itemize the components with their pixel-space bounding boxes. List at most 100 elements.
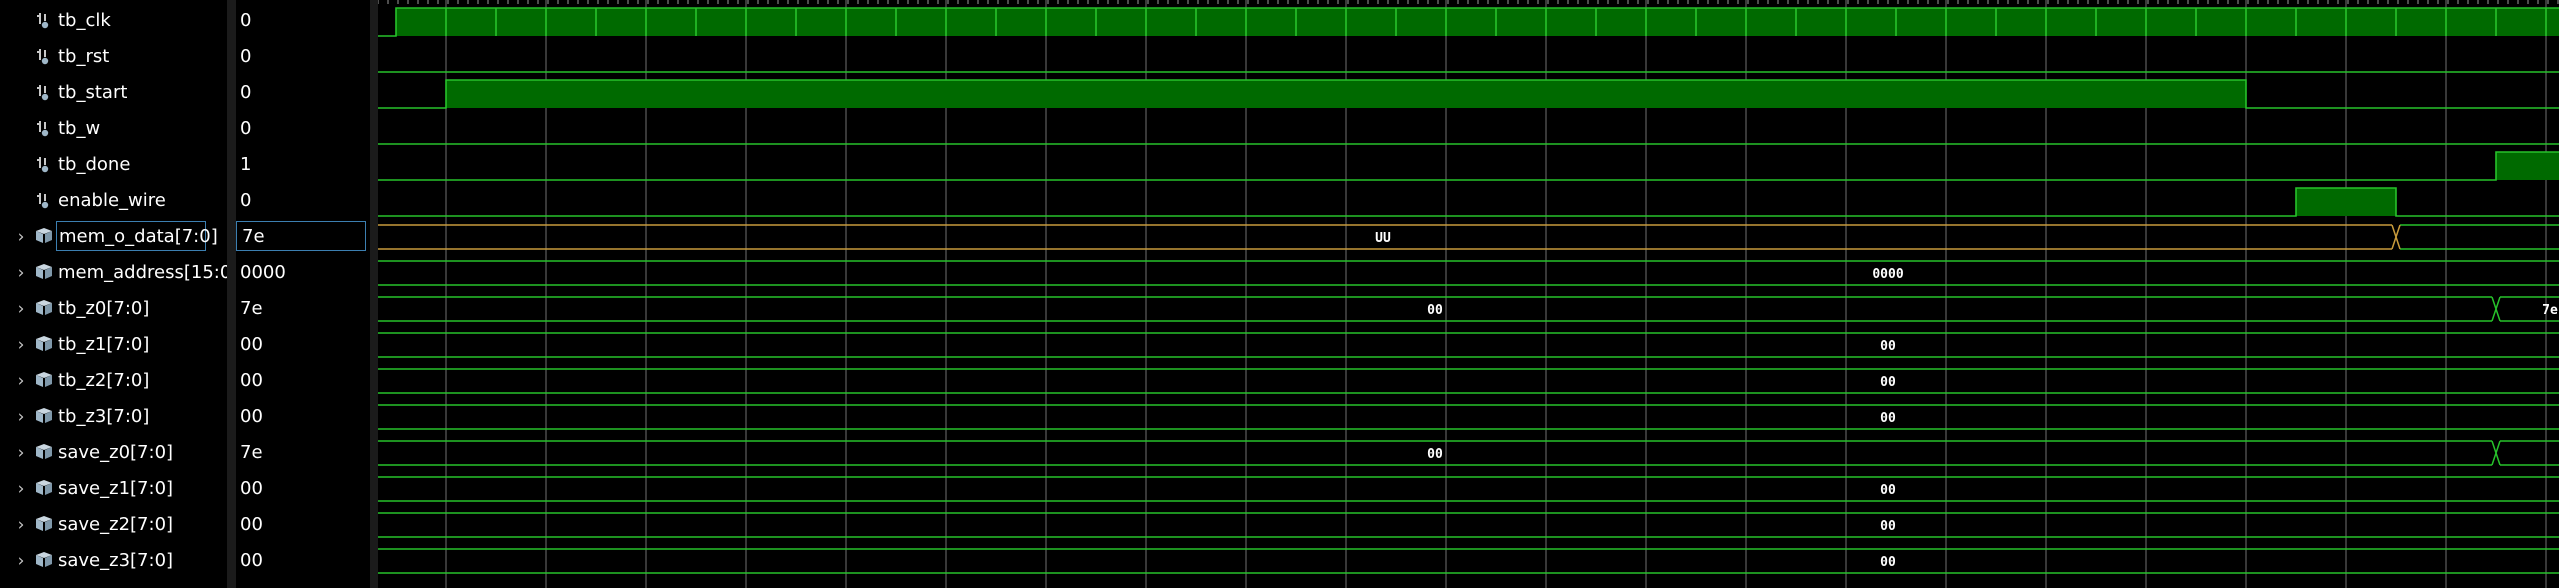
chevron-right-icon[interactable]: › <box>14 480 28 498</box>
bus-value-label: 00 <box>1880 411 1896 426</box>
signal-name: tb_start <box>58 82 128 103</box>
tb-clk-wave-fill <box>446 8 496 36</box>
signal-row-4[interactable]: tb_done <box>0 147 227 183</box>
signal-row-11[interactable]: › tb_z3[7:0] <box>0 399 227 435</box>
tb-clk-wave-fill <box>1246 8 1296 36</box>
bus-transition <box>2491 296 2501 322</box>
value-wave-splitter[interactable] <box>370 0 378 588</box>
signal-value-panel: 0 0 0 0 1 0 7e 0000 7e 00 00 00 7e 00 00 00 <box>236 0 370 588</box>
bus-value-label: 00 <box>1880 339 1896 354</box>
signal-name: tb_w <box>58 118 101 139</box>
tb-clk-wave-fill <box>2396 8 2446 36</box>
chevron-right-icon[interactable]: › <box>14 444 28 462</box>
signal-value: 0 <box>240 190 252 211</box>
signal-value: 0 <box>240 46 252 67</box>
signal-row-9[interactable]: › tb_z1[7:0] <box>0 327 227 363</box>
tb-clk-wave-fill <box>846 8 896 36</box>
tb-clk-wave-fill <box>2546 8 2559 36</box>
signal-value-row-0[interactable]: 0 <box>236 3 370 39</box>
signal-value-row-9[interactable]: 00 <box>236 327 370 363</box>
tb-clk-wave-fill <box>2446 8 2496 36</box>
tb-clk-wave-fill <box>546 8 596 36</box>
signal-value-row-6[interactable]: 7e <box>236 219 370 255</box>
chevron-right-icon[interactable]: › <box>14 372 28 390</box>
signal-value-row-13[interactable]: 00 <box>236 471 370 507</box>
signal-value-row-14[interactable]: 00 <box>236 507 370 543</box>
waveform-canvas[interactable]: UU 0000 00 7e 00 00 00 00 00 00 00 <box>378 0 2559 588</box>
logic-bit-icon <box>33 82 55 104</box>
signal-value-row-15[interactable]: 00 <box>236 543 370 579</box>
bus-vector-icon <box>33 478 55 500</box>
signal-value-row-2[interactable]: 0 <box>236 75 370 111</box>
signal-row-13[interactable]: › save_z1[7:0] <box>0 471 227 507</box>
tb-clk-wave-fill <box>1346 8 1396 36</box>
enable-wire-wave-trace <box>378 187 2559 217</box>
tb-clk-wave-fill <box>496 8 546 36</box>
signal-row-10[interactable]: › tb_z2[7:0] <box>0 363 227 399</box>
signal-value: 7e <box>236 221 366 251</box>
signal-value: 1 <box>240 154 252 175</box>
bus-vector-icon <box>33 298 55 320</box>
signal-name: mem_address[15:0] <box>58 262 239 283</box>
signal-value-row-1[interactable]: 0 <box>236 39 370 75</box>
signal-row-14[interactable]: › save_z2[7:0] <box>0 507 227 543</box>
signal-name: tb_done <box>58 154 131 175</box>
logic-bit-icon <box>33 154 55 176</box>
signal-row-15[interactable]: › save_z3[7:0] <box>0 543 227 579</box>
signal-row-1[interactable]: tb_rst <box>0 39 227 75</box>
signal-value-row-4[interactable]: 1 <box>236 147 370 183</box>
chevron-right-icon[interactable]: › <box>14 408 28 426</box>
tb-clk-wave-fill <box>1446 8 1496 36</box>
chevron-right-icon[interactable]: › <box>14 300 28 318</box>
signal-value-row-8[interactable]: 7e <box>236 291 370 327</box>
signal-value: 0000 <box>240 262 286 283</box>
chevron-right-icon[interactable]: › <box>14 264 28 282</box>
tb-clk-wave-fill <box>1646 8 1696 36</box>
chevron-right-icon[interactable]: › <box>14 336 28 354</box>
signal-row-2[interactable]: tb_start <box>0 75 227 111</box>
chevron-right-icon[interactable]: › <box>14 228 28 246</box>
signal-row-6[interactable]: › mem_o_data[7:0] <box>0 219 227 255</box>
bus-vector-icon <box>33 514 55 536</box>
bus-value-label: 00 <box>1880 483 1896 498</box>
tb-clk-wave-fill <box>396 8 446 36</box>
signal-row-5[interactable]: enable_wire <box>0 183 227 219</box>
signal-row-7[interactable]: › mem_address[15:0] <box>0 255 239 291</box>
tb-clk-wave-fill <box>2296 8 2346 36</box>
signal-value: 7e <box>240 298 263 319</box>
signal-row-8[interactable]: › tb_z0[7:0] <box>0 291 227 327</box>
signal-row-12[interactable]: › save_z0[7:0] <box>0 435 227 471</box>
signal-value: 00 <box>240 334 263 355</box>
signal-value-row-10[interactable]: 00 <box>236 363 370 399</box>
logic-bit-icon <box>33 118 55 140</box>
signal-row-3[interactable]: tb_w <box>0 111 227 147</box>
tb-clk-wave-fill <box>2146 8 2196 36</box>
bus-vector-icon <box>33 550 55 572</box>
tb-clk-wave-fill <box>2196 8 2246 36</box>
signal-value-row-12[interactable]: 7e <box>236 435 370 471</box>
tb-clk-wave-fill <box>2246 8 2296 36</box>
bus-edge <box>378 332 2559 358</box>
enable-wire-wave-fill <box>2296 188 2396 216</box>
signal-name: save_z0[7:0] <box>58 442 174 463</box>
signal-row-0[interactable]: tb_clk <box>0 3 227 39</box>
signal-name: enable_wire <box>58 190 166 211</box>
tb-clk-wave-fill <box>796 8 846 36</box>
bus-edge <box>378 548 2559 574</box>
signal-value-row-7[interactable]: 0000 <box>236 255 370 291</box>
tb-clk-wave-fill <box>1296 8 1346 36</box>
tb-clk-wave-fill <box>646 8 696 36</box>
signal-value-row-3[interactable]: 0 <box>236 111 370 147</box>
tb-clk-wave-fill <box>1696 8 1746 36</box>
name-value-splitter[interactable] <box>227 0 236 588</box>
tb-clk-wave-fill <box>1996 8 2046 36</box>
signal-name: mem_o_data[7:0] <box>56 221 218 251</box>
chevron-right-icon[interactable]: › <box>14 516 28 534</box>
bus-vector-icon <box>33 334 55 356</box>
tb-clk-wave-fill <box>2496 8 2546 36</box>
bus-edge <box>378 368 2559 394</box>
signal-value-row-11[interactable]: 00 <box>236 399 370 435</box>
bus-transition <box>2391 224 2401 250</box>
chevron-right-icon[interactable]: › <box>14 552 28 570</box>
signal-value-row-5[interactable]: 0 <box>236 183 370 219</box>
